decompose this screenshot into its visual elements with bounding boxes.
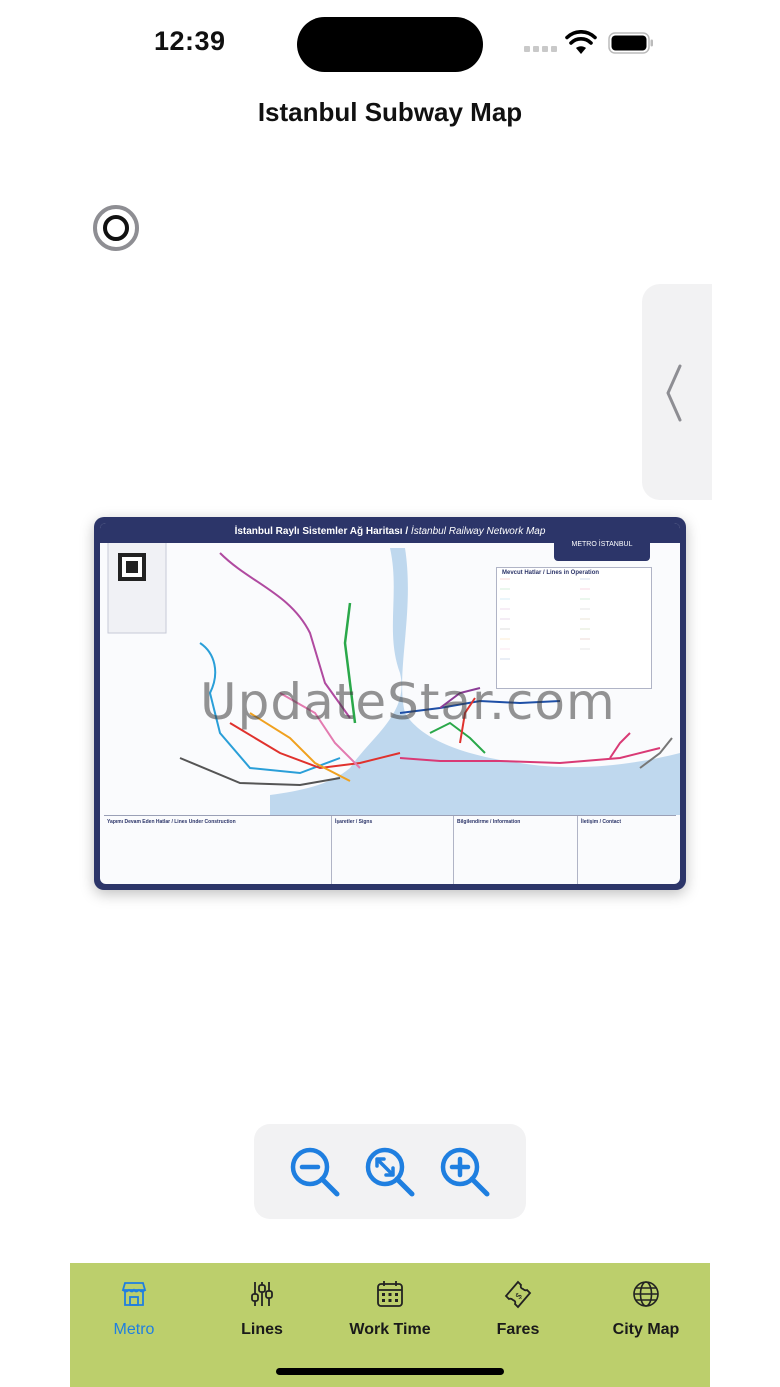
sliders-icon — [251, 1282, 273, 1306]
tab-label-work-time: Work Time — [349, 1321, 431, 1338]
map-content: İstanbul Raylı Sistemler Ağ Haritası / İ… — [100, 523, 680, 884]
map-info-strip: Yapımı Devam Eden Hatlar / Lines Under C… — [104, 815, 676, 884]
tab-label-lines: Lines — [241, 1321, 283, 1338]
location-target-icon — [103, 215, 129, 241]
metro-istanbul-logo: METRO İSTANBUL — [554, 527, 650, 561]
zoom-in-icon[interactable] — [437, 1144, 493, 1200]
zoom-out-icon[interactable] — [287, 1144, 343, 1200]
tab-metro[interactable]: Metro — [70, 1263, 198, 1387]
tab-city-map[interactable]: City Map — [582, 1263, 710, 1387]
strip-signs: İşaretler / Signs — [332, 816, 454, 884]
zoom-controls — [254, 1124, 526, 1219]
status-time: 12:39 — [154, 26, 226, 56]
cellular-signal-icon — [524, 46, 557, 52]
tab-label-city-map: City Map — [612, 1321, 680, 1338]
strip-information: Bilgilendirme / Information — [454, 816, 578, 884]
ticket-icon: $ — [504, 1280, 532, 1309]
tab-label-fares: Fares — [496, 1321, 540, 1338]
map-legend — [496, 567, 652, 689]
locate-button[interactable] — [93, 205, 139, 251]
dynamic-island — [297, 17, 483, 72]
calendar-icon — [377, 1281, 403, 1307]
battery-icon — [608, 32, 653, 54]
zoom-fit-icon[interactable] — [362, 1144, 418, 1200]
side-panel-handle[interactable] — [642, 284, 712, 500]
home-indicator — [276, 1368, 504, 1375]
store-icon — [121, 1282, 147, 1306]
globe-icon — [633, 1281, 659, 1307]
tab-label-metro: Metro — [113, 1321, 155, 1338]
page-title: Istanbul Subway Map — [257, 97, 523, 127]
strip-contact: İletişim / Contact — [581, 819, 622, 825]
chevron-left-icon — [666, 364, 682, 422]
watermark: UpdateStar.com — [200, 673, 616, 731]
subway-map-image[interactable]: İstanbul Raylı Sistemler Ağ Haritası / İ… — [94, 517, 686, 890]
legend-title: Mevcut Hatlar / Lines in Operation — [502, 570, 600, 576]
strip-construction: Yapımı Devam Eden Hatlar / Lines Under C… — [104, 816, 332, 884]
wifi-icon — [565, 30, 597, 54]
